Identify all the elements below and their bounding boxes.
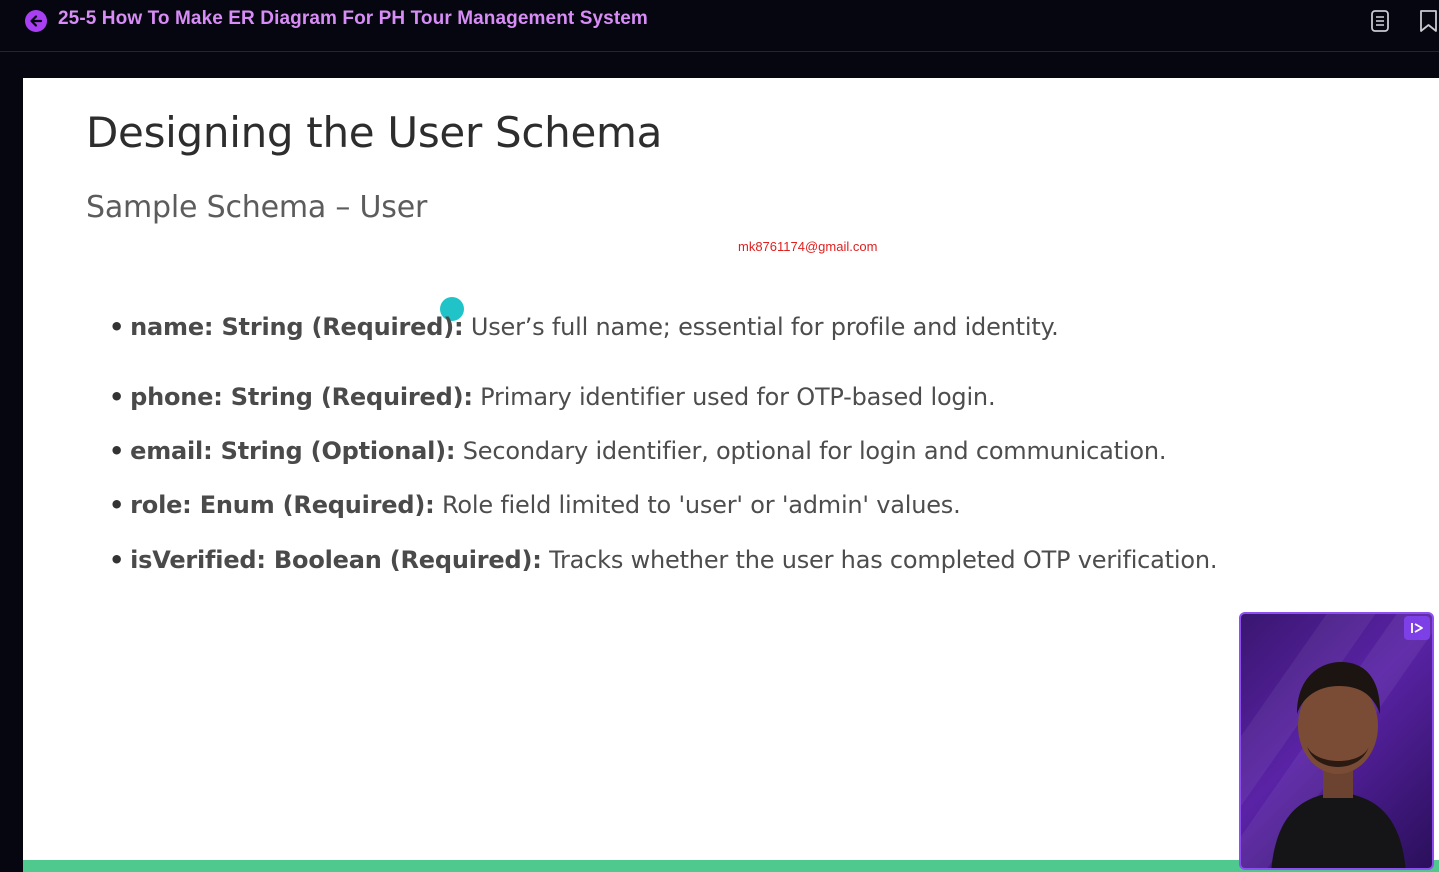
list-item: • role: Enum (Required): Role field limit…: [109, 491, 961, 519]
field-key: role: Enum (Required):: [130, 491, 435, 519]
list-item: • name: String (Required): User’s full na…: [109, 313, 1059, 341]
arrow-left-icon: [30, 15, 43, 27]
field-key: name: String (Required):: [130, 313, 464, 341]
lesson-title: 25-5 How To Make ER Diagram For PH Tour …: [58, 8, 648, 29]
email-watermark: mk8761174@gmail.com: [738, 239, 878, 254]
video-slide[interactable]: Designing the User Schema Sample Schema …: [23, 78, 1439, 872]
presenter-webcam[interactable]: [1239, 612, 1434, 870]
list-item: • phone: String (Required): Primary ident…: [109, 383, 996, 411]
field-key: isVerified: Boolean (Required):: [130, 546, 542, 574]
notes-icon[interactable]: [1369, 9, 1391, 37]
field-description: Primary identifier used for OTP-based lo…: [480, 383, 996, 411]
video-header-bar: 25-5 How To Make ER Diagram For PH Tour …: [0, 0, 1439, 52]
list-item: • email: String (Optional): Secondary ide…: [109, 437, 1167, 465]
list-item: • isVerified: Boolean (Required): Tracks …: [109, 546, 1218, 574]
presenter-silhouette: [1271, 662, 1406, 868]
field-description: Role field limited to 'user' or 'admin' …: [441, 491, 961, 519]
slide-accent-bar: [23, 860, 1439, 872]
field-description: User’s full name; essential for profile …: [470, 313, 1059, 341]
presenter-icon[interactable]: [1404, 616, 1430, 640]
slide-title: Designing the User Schema: [86, 108, 663, 157]
back-button[interactable]: [25, 10, 47, 32]
field-description: Secondary identifier, optional for login…: [462, 437, 1167, 465]
field-key: phone: String (Required):: [130, 383, 473, 411]
field-description: Tracks whether the user has completed OT…: [549, 546, 1218, 574]
bookmark-icon[interactable]: [1418, 9, 1439, 37]
field-key: email: String (Optional):: [130, 437, 456, 465]
slide-subtitle: Sample Schema – User: [86, 190, 428, 225]
